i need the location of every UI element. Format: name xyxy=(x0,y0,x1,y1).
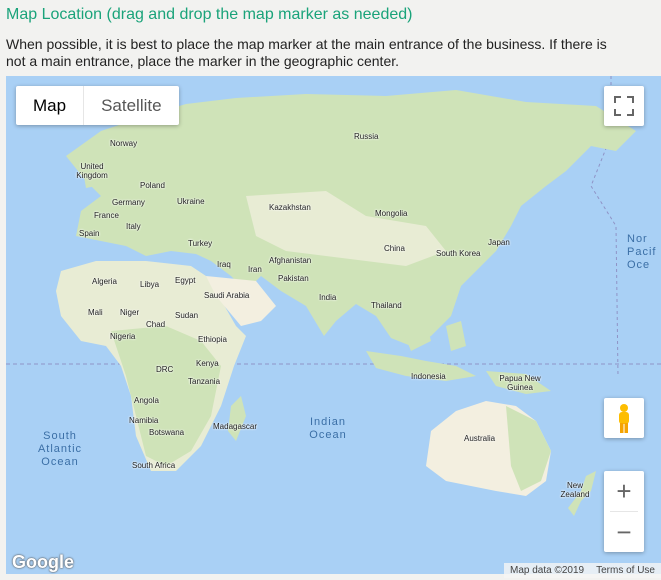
label-indian-ocean: Indian Ocean xyxy=(309,416,347,441)
instructions-text: When possible, it is best to place the m… xyxy=(6,36,607,69)
label-libya: Libya xyxy=(140,280,160,289)
map-attribution: Map data ©2019 Terms of Use xyxy=(504,563,661,578)
label-namibia: Namibia xyxy=(129,416,159,425)
label-turkey: Turkey xyxy=(188,239,213,248)
label-afghanistan: Afghanistan xyxy=(269,256,312,265)
street-view-pegman-icon xyxy=(619,404,629,433)
label-papua-new-guinea: Papua New Guinea xyxy=(499,374,541,392)
label-france: France xyxy=(94,211,119,220)
map-landmass xyxy=(6,76,661,578)
label-algeria: Algeria xyxy=(92,277,117,286)
label-ethiopia: Ethiopia xyxy=(198,335,227,344)
google-logo: Google xyxy=(12,552,74,572)
label-south-atlantic-ocean: South Atlantic Ocean xyxy=(37,430,83,468)
fullscreen-icon xyxy=(614,96,634,116)
terms-of-use-link[interactable]: Terms of Use xyxy=(590,563,661,578)
label-pakistan: Pakistan xyxy=(278,274,309,283)
label-italy: Italy xyxy=(126,222,141,231)
label-kazakhstan: Kazakhstan xyxy=(269,203,311,212)
zoom-out-button[interactable]: − xyxy=(604,512,644,552)
map-type-control: Map Satellite xyxy=(16,86,179,125)
label-drc: DRC xyxy=(156,365,174,374)
label-japan: Japan xyxy=(488,238,510,247)
page-title: Map Location (drag and drop the map mark… xyxy=(6,6,413,23)
label-iraq: Iraq xyxy=(217,260,231,269)
zoom-in-icon: + xyxy=(616,475,632,506)
label-mongolia: Mongolia xyxy=(375,209,408,218)
map-type-map-button[interactable]: Map xyxy=(16,86,83,125)
map-type-satellite-button[interactable]: Satellite xyxy=(84,86,178,125)
label-niger: Niger xyxy=(120,308,140,317)
label-russia: Russia xyxy=(354,132,379,141)
label-angola: Angola xyxy=(134,396,159,405)
label-iran: Iran xyxy=(248,265,262,274)
label-sudan: Sudan xyxy=(175,311,199,320)
label-botswana: Botswana xyxy=(149,428,185,437)
label-tanzania: Tanzania xyxy=(188,377,221,386)
zoom-out-icon: − xyxy=(616,516,632,547)
map-canvas[interactable]: Russia Norway United Kingdom Poland Germ… xyxy=(6,76,661,578)
label-egypt: Egypt xyxy=(175,276,196,285)
zoom-in-button[interactable]: + xyxy=(604,471,644,511)
label-china: China xyxy=(384,244,405,253)
label-madagascar: Madagascar xyxy=(213,422,258,431)
label-kenya: Kenya xyxy=(196,359,219,368)
street-view-button[interactable] xyxy=(604,398,644,438)
label-australia: Australia xyxy=(464,434,496,443)
map-data-attribution: Map data ©2019 xyxy=(510,565,585,576)
label-india: India xyxy=(319,293,337,302)
label-indonesia: Indonesia xyxy=(411,372,446,381)
label-south-korea: South Korea xyxy=(436,249,481,258)
label-saudi-arabia: Saudi Arabia xyxy=(204,291,250,300)
label-mali: Mali xyxy=(88,308,103,317)
label-nigeria: Nigeria xyxy=(110,332,136,341)
label-north-pacific-ocean: Nor Pacif Oce xyxy=(627,233,657,271)
fullscreen-button[interactable] xyxy=(604,86,644,126)
label-norway: Norway xyxy=(110,139,138,148)
label-united-kingdom: United Kingdom xyxy=(76,162,108,180)
label-germany: Germany xyxy=(112,198,145,207)
zoom-control: + − xyxy=(604,471,644,552)
label-thailand: Thailand xyxy=(371,301,402,310)
label-poland: Poland xyxy=(140,181,165,190)
label-ukraine: Ukraine xyxy=(177,197,205,206)
label-spain: Spain xyxy=(79,229,100,238)
label-south-africa: South Africa xyxy=(132,461,176,470)
label-chad: Chad xyxy=(146,320,166,329)
label-new-zealand: New Zealand xyxy=(560,481,590,499)
